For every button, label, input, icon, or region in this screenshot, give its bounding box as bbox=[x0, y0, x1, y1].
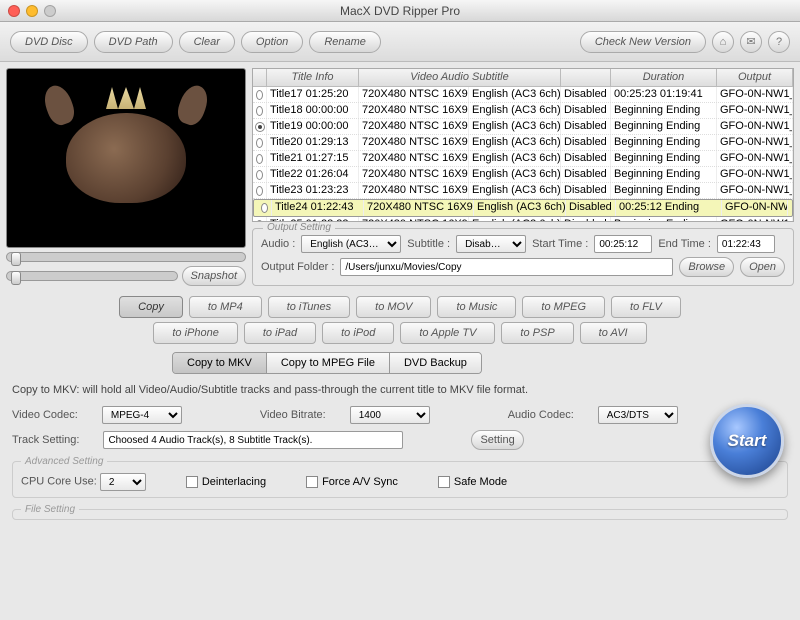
dvd-path-button[interactable]: DVD Path bbox=[94, 31, 173, 53]
row-radio[interactable] bbox=[256, 138, 263, 148]
tab-to-itunes[interactable]: to iTunes bbox=[268, 296, 350, 318]
track-setting-input[interactable] bbox=[103, 431, 403, 449]
table-row[interactable]: Title22 01:26:04720X480 NTSC 16X9English… bbox=[253, 167, 793, 183]
row-radio[interactable] bbox=[256, 186, 263, 196]
file-setting-group: File Setting bbox=[12, 504, 788, 520]
segment-dvd-backup[interactable]: DVD Backup bbox=[390, 353, 481, 373]
snapshot-button[interactable]: Snapshot bbox=[182, 266, 246, 286]
check-version-button[interactable]: Check New Version bbox=[580, 31, 706, 53]
table-row[interactable]: Title24 01:22:43720X480 NTSC 16X9English… bbox=[253, 199, 793, 217]
video-codec-label: Video Codec: bbox=[12, 409, 78, 421]
subtitle-select[interactable]: Disab… bbox=[456, 235, 526, 253]
tab-to-apple-tv[interactable]: to Apple TV bbox=[400, 322, 495, 344]
mode-description: Copy to MKV: will hold all Video/Audio/S… bbox=[12, 384, 788, 396]
table-row[interactable]: Title20 01:29:13720X480 NTSC 16X9English… bbox=[253, 135, 793, 151]
tab-to-music[interactable]: to Music bbox=[437, 296, 516, 318]
cpu-core-select[interactable]: 2 bbox=[100, 473, 146, 491]
row-radio[interactable] bbox=[256, 170, 263, 180]
copy-mode-segment: Copy to MKVCopy to MPEG FileDVD Backup bbox=[172, 352, 482, 374]
row-radio[interactable] bbox=[256, 220, 263, 223]
end-time-label: End Time : bbox=[658, 238, 711, 250]
audio-select[interactable]: English (AC3… bbox=[301, 235, 401, 253]
tab-to-ipod[interactable]: to iPod bbox=[322, 322, 394, 344]
tab-to-flv[interactable]: to FLV bbox=[611, 296, 681, 318]
start-time-label: Start Time : bbox=[532, 238, 588, 250]
table-row[interactable]: Title21 01:27:15720X480 NTSC 16X9English… bbox=[253, 151, 793, 167]
rename-button[interactable]: Rename bbox=[309, 31, 381, 53]
table-row[interactable]: Title19 00:00:00720X480 NTSC 16X9English… bbox=[253, 119, 793, 135]
output-setting-group: Output Setting Audio : English (AC3… Sub… bbox=[252, 228, 794, 286]
tab-to-avi[interactable]: to AVI bbox=[580, 322, 647, 344]
titlebar: MacX DVD Ripper Pro bbox=[0, 0, 800, 22]
deinterlacing-checkbox[interactable]: Deinterlacing bbox=[186, 476, 266, 488]
audio-label: Audio : bbox=[261, 238, 295, 250]
track-setting-button[interactable]: Setting bbox=[471, 430, 523, 450]
dvd-disc-button[interactable]: DVD Disc bbox=[10, 31, 88, 53]
playback-slider[interactable] bbox=[6, 252, 246, 262]
window-title: MacX DVD Ripper Pro bbox=[0, 4, 800, 18]
tab-to-ipad[interactable]: to iPad bbox=[244, 322, 316, 344]
tab-to-psp[interactable]: to PSP bbox=[501, 322, 573, 344]
help-icon[interactable]: ? bbox=[768, 31, 790, 53]
tab-to-mpeg[interactable]: to MPEG bbox=[522, 296, 605, 318]
option-button[interactable]: Option bbox=[241, 31, 303, 53]
cpu-core-label: CPU Core Use: bbox=[21, 476, 97, 488]
open-button[interactable]: Open bbox=[740, 257, 785, 277]
home-icon[interactable]: ⌂ bbox=[712, 31, 734, 53]
safe-mode-checkbox[interactable]: Safe Mode bbox=[438, 476, 507, 488]
output-folder-label: Output Folder : bbox=[261, 261, 334, 273]
start-button[interactable]: Start bbox=[710, 404, 784, 478]
clear-button[interactable]: Clear bbox=[179, 31, 235, 53]
audio-codec-select[interactable]: AC3/DTS bbox=[598, 406, 678, 424]
format-tabs-row2: to iPhone to iPad to iPod to Apple TV to PSP… bbox=[0, 318, 800, 344]
advanced-setting-group: Advanced Setting CPU Core Use: 2 Deinter… bbox=[12, 456, 788, 498]
row-radio[interactable] bbox=[256, 106, 263, 116]
tab-to-mp4[interactable]: to MP4 bbox=[189, 296, 262, 318]
video-bitrate-label: Video Bitrate: bbox=[260, 409, 326, 421]
segment-copy-to-mpeg-file[interactable]: Copy to MPEG File bbox=[267, 353, 390, 373]
table-row[interactable]: Title17 01:25:20720X480 NTSC 16X9English… bbox=[253, 87, 793, 103]
audio-codec-label: Audio Codec: bbox=[508, 409, 574, 421]
crown-icon bbox=[106, 87, 146, 109]
row-radio[interactable] bbox=[261, 203, 268, 213]
video-preview[interactable] bbox=[6, 68, 246, 248]
table-row[interactable]: Title23 01:23:23720X480 NTSC 16X9English… bbox=[253, 183, 793, 199]
subtitle-label: Subtitle : bbox=[407, 238, 450, 250]
toolbar: DVD Disc DVD Path Clear Option Rename Ch… bbox=[0, 22, 800, 62]
preview-pane: Snapshot bbox=[6, 68, 246, 286]
tab-to-mov[interactable]: to MOV bbox=[356, 296, 431, 318]
row-radio[interactable] bbox=[255, 122, 265, 132]
table-row[interactable]: Title18 00:00:00720X480 NTSC 16X9English… bbox=[253, 103, 793, 119]
row-radio[interactable] bbox=[256, 90, 263, 100]
format-tabs-row1: Copy to MP4 to iTunes to MOV to Music to MPEG… bbox=[0, 292, 800, 318]
scrub-slider[interactable] bbox=[6, 271, 178, 281]
video-bitrate-select[interactable]: 1400 bbox=[350, 406, 430, 424]
end-time-input[interactable] bbox=[717, 235, 775, 253]
title-table: Title Info Video Audio Subtitle Duration… bbox=[252, 68, 794, 222]
settings-panel: Copy to MKVCopy to MPEG FileDVD Backup C… bbox=[0, 344, 800, 528]
force-av-sync-checkbox[interactable]: Force A/V Sync bbox=[306, 476, 398, 488]
row-radio[interactable] bbox=[256, 154, 263, 164]
track-setting-label: Track Setting: bbox=[12, 434, 79, 446]
video-codec-select[interactable]: MPEG-4 bbox=[102, 406, 182, 424]
start-time-input[interactable] bbox=[594, 235, 652, 253]
mail-icon[interactable]: ✉ bbox=[740, 31, 762, 53]
output-folder-input[interactable] bbox=[340, 258, 673, 276]
tab-copy[interactable]: Copy bbox=[119, 296, 183, 318]
segment-copy-to-mkv[interactable]: Copy to MKV bbox=[173, 353, 267, 373]
browse-button[interactable]: Browse bbox=[679, 257, 734, 277]
table-header: Title Info Video Audio Subtitle Duration… bbox=[253, 69, 793, 87]
tab-to-iphone[interactable]: to iPhone bbox=[153, 322, 237, 344]
